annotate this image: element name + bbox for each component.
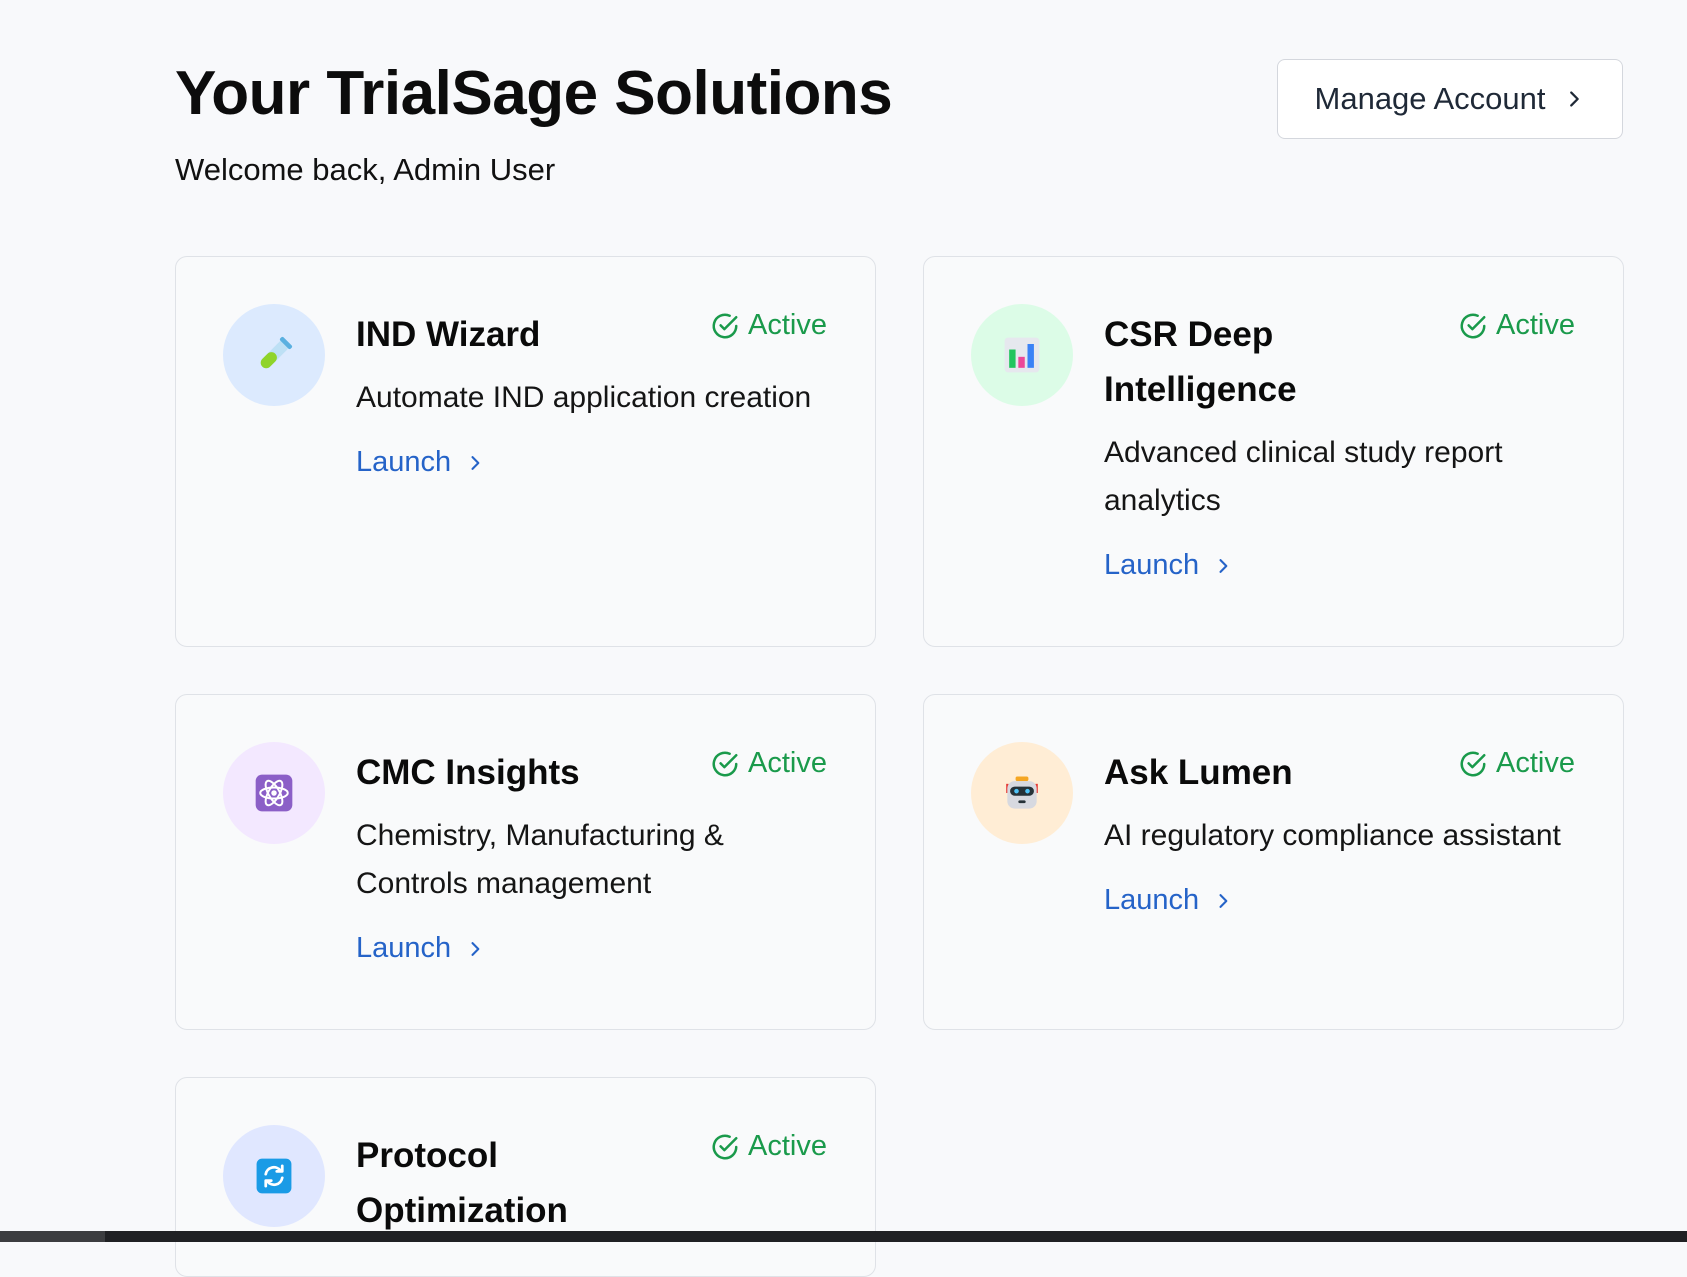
solution-card-ind-wizard: Active IND Wizard Automate IND applicati… [175,256,876,647]
launch-label: Launch [1104,884,1200,916]
manage-account-button[interactable]: Manage Account [1277,59,1623,139]
card-description: Chemistry, Manufacturing & Controls mana… [356,819,724,900]
launch-link[interactable]: Launch [1104,884,1233,917]
card-title: CSR Deep Intelligence [1104,315,1297,409]
csr-icon-wrap [971,304,1073,406]
chevron-right-icon [471,455,480,470]
bar-chart-icon [1004,337,1040,373]
taskbar-item[interactable] [0,1231,105,1242]
launch-label: Launch [356,932,452,964]
atom-icon [255,774,293,812]
card-description: Advanced clinical study report analytics [1104,436,1503,517]
card-title: CMC Insights [356,753,580,792]
solution-card-protocol-optimization: Active Protocol Optimization [175,1077,876,1277]
launch-link[interactable]: Launch [356,446,485,479]
card-title: IND Wizard [356,315,541,354]
card-title: Ask Lumen [1104,753,1293,792]
solution-card-csr-deep-intelligence: Active CSR Deep Intelligence Advanced cl… [923,256,1624,647]
refresh-icon [256,1158,292,1194]
launch-label: Launch [356,446,452,478]
card-description: Automate IND application creation [356,381,812,414]
manage-account-label: Manage Account [1314,81,1546,116]
launch-label: Launch [1104,549,1200,581]
card-title: Protocol Optimization [356,1136,568,1230]
solution-card-cmc-insights: Active CMC Insights Chemistry, Manufactu… [175,694,876,1030]
protocol-icon-wrap [223,1125,325,1227]
test-tube-icon [260,336,293,369]
robot-icon [1006,776,1038,809]
welcome-message: Welcome back, Admin User [175,152,556,187]
chevron-right-icon [1570,91,1580,107]
page-title: Your TrialSage Solutions [175,59,893,128]
launch-link[interactable]: Launch [356,932,485,965]
solution-card-ask-lumen: Active Ask Lumen AI regulatory complianc… [923,694,1624,1030]
chevron-right-icon [471,941,480,956]
chevron-right-icon [1219,893,1228,908]
ask-lumen-icon-wrap [971,742,1073,844]
taskbar [0,1231,1687,1242]
ind-wizard-icon-wrap [223,304,325,406]
card-description: AI regulatory compliance assistant [1104,819,1561,852]
launch-link[interactable]: Launch [1104,549,1233,582]
chevron-right-icon [1219,558,1228,573]
cmc-icon-wrap [223,742,325,844]
